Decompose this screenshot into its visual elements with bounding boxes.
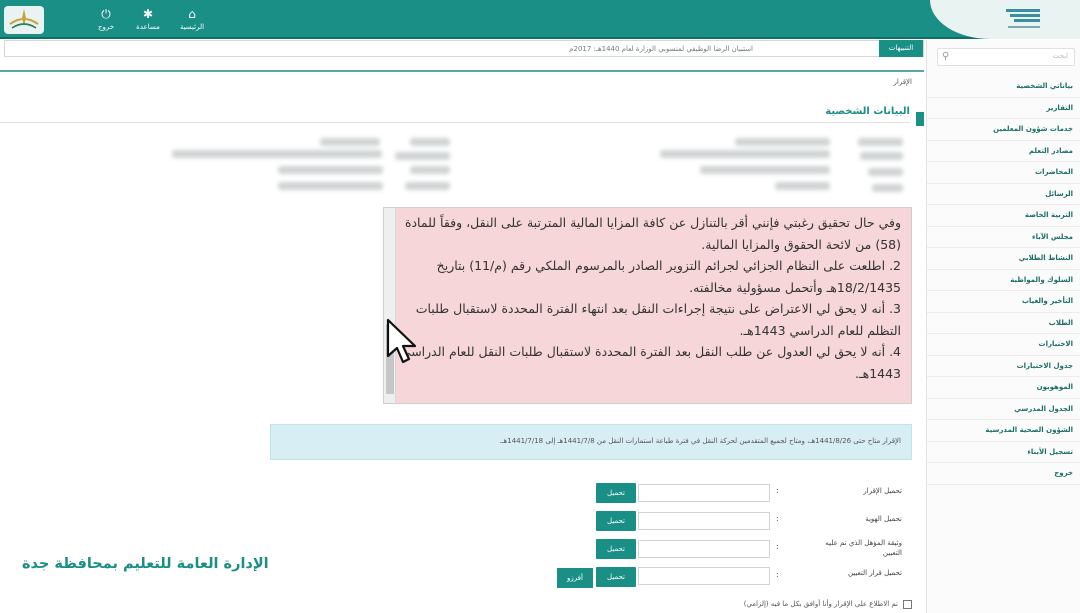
sidebar-item-teacher-services[interactable]: خدمات شؤون المعلمين — [927, 119, 1080, 141]
redacted-field — [410, 138, 450, 146]
search-icon[interactable]: ⚲ — [942, 51, 949, 62]
submit-upload-button[interactable]: أفرزو — [557, 568, 593, 588]
divider — [0, 122, 910, 123]
redacted-field — [278, 166, 383, 174]
sidebar-item-profile[interactable]: بياناتي الشخصية — [927, 76, 1080, 98]
redacted-field — [410, 166, 450, 174]
upload-id-button[interactable]: تحميل — [596, 511, 636, 531]
watermark-text: الإدارة العامة للتعليم بمحافظة جدة — [22, 556, 269, 572]
sidebar-item-messages[interactable]: الرسائل — [927, 184, 1080, 205]
redacted-field — [735, 138, 830, 146]
redacted-field — [395, 152, 450, 160]
qualification-file-input[interactable] — [638, 540, 770, 558]
sidebar-item-students[interactable]: الطلاب — [927, 313, 1080, 334]
top-header: ⏻ خروج ✱ مساعدة ⌂ الرئيسية — [0, 0, 1080, 39]
upload-id-label: تحميل الهوية — [865, 515, 902, 523]
redacted-field — [320, 138, 380, 146]
sidebar-item-logout[interactable]: خروج — [927, 463, 1080, 485]
redacted-field — [660, 150, 830, 158]
upload-declaration-label: تحميل الإقرار — [863, 487, 902, 495]
upload-qualification-label: وثيقة المؤهل الذي تم عليه التعيين — [825, 539, 902, 557]
terms-box[interactable]: وفي حال تحقيق رغبتي فإنني أقر بالتنازل ع… — [383, 207, 912, 404]
agree-row: تم الاطلاع على الإقرار وأنا أوافق بكل ما… — [690, 598, 912, 612]
id-file-input[interactable] — [638, 512, 770, 530]
sidebar-menu: بياناتي الشخصية التقارير خدمات شؤون المع… — [927, 76, 1080, 485]
info-notice: الإقرار متاح حتى 1441/8/26هـ، ومتاح لجمي… — [270, 424, 912, 460]
nav-help-button[interactable]: ✱ مساعدة — [126, 8, 170, 36]
appointment-file-input[interactable] — [638, 567, 770, 585]
home-icon: ⌂ — [188, 7, 196, 21]
redacted-field — [868, 168, 903, 176]
collapse-tab[interactable] — [916, 112, 924, 126]
terms-text: وفي حال تحقيق رغبتي فإنني أقر بالتنازل ع… — [384, 208, 911, 403]
sidebar-item-reports[interactable]: التقارير — [927, 98, 1080, 119]
sidebar-item-exams[interactable]: الاختبارات — [927, 334, 1080, 356]
upload-declaration-button[interactable]: تحميل — [596, 483, 636, 503]
breadcrumb: الإقرار — [893, 78, 912, 86]
redacted-field — [860, 152, 903, 160]
redacted-field — [775, 182, 830, 190]
sidebar-item-behavior[interactable]: السلوك والمواظبة — [927, 270, 1080, 291]
terms-scrollbar[interactable] — [384, 208, 396, 403]
redacted-field — [700, 166, 830, 174]
nav-home-button[interactable]: ⌂ الرئيسية — [170, 8, 214, 36]
app-window: ⏻ خروج ✱ مساعدة ⌂ الرئيسية التنبيهات است… — [0, 0, 1080, 613]
declaration-file-input[interactable] — [638, 484, 770, 502]
upload-appointment-label: تحميل قرار التعيين — [847, 569, 902, 577]
ticker-tag: التنبيهات — [879, 40, 923, 57]
sidebar: ⚲ ابحث بياناتي الشخصية التقارير خدمات شؤ… — [926, 40, 1080, 613]
ministry-logo-icon — [1006, 9, 1040, 28]
redacted-field — [172, 150, 382, 158]
gear-icon: ✱ — [142, 7, 154, 21]
sidebar-item-gifted[interactable]: الموهوبون — [927, 377, 1080, 399]
sidebar-item-student-activity[interactable]: النشاط الطلابي — [927, 248, 1080, 270]
redacted-field — [405, 182, 450, 190]
agree-checkbox[interactable] — [903, 600, 912, 609]
sidebar-item-school-schedule[interactable]: الجدول المدرسي — [927, 399, 1080, 420]
search-input[interactable]: ⚲ ابحث — [937, 48, 1075, 66]
sidebar-item-absence[interactable]: التأخير والغياب — [927, 291, 1080, 313]
power-icon: ⏻ — [101, 7, 111, 21]
sidebar-item-special-education[interactable]: التربية الخاصة — [927, 205, 1080, 227]
sidebar-item-learning-sources[interactable]: مصادر التعلم — [927, 141, 1080, 162]
redacted-field — [278, 182, 383, 190]
redacted-field — [872, 184, 903, 192]
redacted-field — [858, 138, 903, 146]
upload-appointment-button[interactable]: تحميل — [596, 567, 636, 587]
kingdom-emblem-icon — [4, 6, 44, 34]
ticker-message[interactable]: استبيان الرضا الوظيفي لمنسوبي الوزارة لع… — [569, 41, 753, 57]
upload-qualification-button[interactable]: تحميل — [596, 539, 636, 559]
sidebar-item-school-health[interactable]: الشؤون الصحية المدرسية — [927, 420, 1080, 442]
sidebar-item-register-children[interactable]: تسجيل الأبناء — [927, 442, 1080, 463]
sidebar-item-parents-council[interactable]: مجلس الآباء — [927, 227, 1080, 248]
mouse-cursor-icon — [386, 318, 416, 364]
section-title: البيانات الشخصية — [825, 106, 910, 117]
nav-logout-button[interactable]: ⏻ خروج — [84, 8, 128, 36]
sidebar-item-exam-schedule[interactable]: جدول الاختبارات — [927, 356, 1080, 377]
sidebar-item-lectures[interactable]: المحاضرات — [927, 162, 1080, 184]
announcement-ticker: التنبيهات استبيان الرضا الوظيفي لمنسوبي … — [4, 40, 924, 57]
divider — [0, 70, 924, 72]
agree-label: تم الاطلاع على الإقرار وأنا أوافق بكل ما… — [743, 600, 898, 608]
